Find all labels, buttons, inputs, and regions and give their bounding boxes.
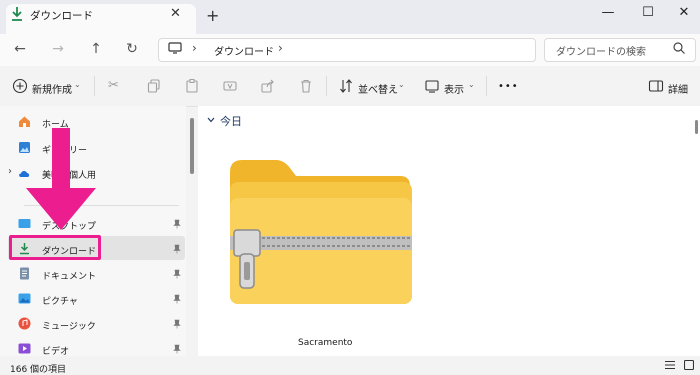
tiles-view-icon[interactable] — [684, 360, 694, 370]
share-icon[interactable] — [260, 78, 276, 94]
pink-arrow-annotation — [26, 128, 96, 230]
tab-title: ダウンロード — [30, 10, 93, 22]
cut-icon[interactable]: ✂ — [108, 78, 124, 94]
home-icon — [19, 116, 30, 127]
new-tab-button[interactable]: + — [206, 8, 219, 24]
sidebar-item-documents[interactable]: ドキュメント — [42, 269, 96, 282]
maximize-button[interactable]: ☐ — [636, 3, 660, 23]
trash-icon[interactable] — [298, 78, 314, 94]
file-name-label[interactable]: Sacramento — [298, 338, 352, 348]
pin-icon[interactable] — [173, 219, 181, 229]
music-icon — [18, 317, 31, 330]
view-button[interactable]: 表示 — [444, 81, 464, 96]
forward-arrow-icon[interactable]: → — [46, 38, 70, 60]
pin-icon[interactable] — [173, 244, 181, 254]
minimize-button[interactable]: — — [596, 3, 620, 23]
zip-folder-icon[interactable] — [230, 158, 412, 306]
new-plus-icon — [12, 78, 28, 94]
up-arrow-icon[interactable]: ↑ — [84, 38, 108, 60]
close-tab-icon[interactable]: ✕ — [170, 6, 181, 21]
annotation-highlight-box — [9, 235, 101, 260]
pin-icon[interactable] — [173, 344, 181, 354]
chevron-right-icon[interactable]: › — [278, 41, 283, 55]
navigation-scrollbar[interactable] — [190, 118, 194, 174]
chevron-right-icon[interactable]: › — [192, 41, 197, 55]
item-count: 166 個の項目 — [10, 365, 67, 375]
new-button[interactable]: 新規作成 — [32, 81, 72, 96]
download-icon — [12, 7, 22, 21]
search-icon — [673, 42, 685, 54]
monitor-icon — [168, 42, 182, 54]
chevron-down-icon[interactable] — [206, 115, 216, 125]
pictures-icon — [18, 293, 31, 304]
details-button[interactable]: 詳細 — [668, 81, 688, 96]
sort-button[interactable]: 並べ替え — [358, 81, 398, 96]
video-icon — [18, 343, 31, 354]
document-icon — [20, 267, 29, 280]
sidebar-item-music[interactable]: ミュージック — [42, 319, 96, 332]
chevron-down-icon[interactable]: ⌄ — [74, 80, 81, 89]
sort-icon — [340, 79, 352, 93]
back-arrow-icon[interactable]: ← — [8, 38, 32, 60]
chevron-right-icon[interactable]: › — [8, 166, 12, 177]
chevron-down-icon[interactable]: ⌄ — [398, 80, 405, 89]
search-input[interactable]: ダウンロードの検索 — [556, 43, 646, 58]
refresh-icon[interactable]: ↻ — [120, 38, 144, 60]
group-header-today[interactable]: 今日 — [220, 113, 242, 129]
pin-icon[interactable] — [173, 294, 181, 304]
rename-icon[interactable] — [222, 78, 238, 94]
divider — [94, 76, 95, 96]
divider — [326, 76, 327, 96]
details-pane-icon — [648, 80, 664, 92]
details-view-icon[interactable] — [664, 360, 676, 370]
sidebar-item-pictures[interactable]: ピクチャ — [42, 294, 78, 307]
more-options-button[interactable]: ••• — [498, 81, 519, 92]
divider — [486, 76, 487, 96]
file-list-scrollbar[interactable] — [695, 120, 698, 134]
status-bar — [0, 356, 700, 375]
breadcrumb-downloads[interactable]: ダウンロード — [214, 43, 274, 58]
chevron-down-icon[interactable]: ⌄ — [468, 80, 475, 89]
pin-icon[interactable] — [173, 319, 181, 329]
view-icon — [425, 80, 439, 93]
close-window-button[interactable]: ✕ — [672, 3, 696, 23]
paste-icon[interactable] — [184, 78, 200, 94]
pin-icon[interactable] — [173, 269, 181, 279]
copy-icon[interactable] — [146, 78, 162, 94]
